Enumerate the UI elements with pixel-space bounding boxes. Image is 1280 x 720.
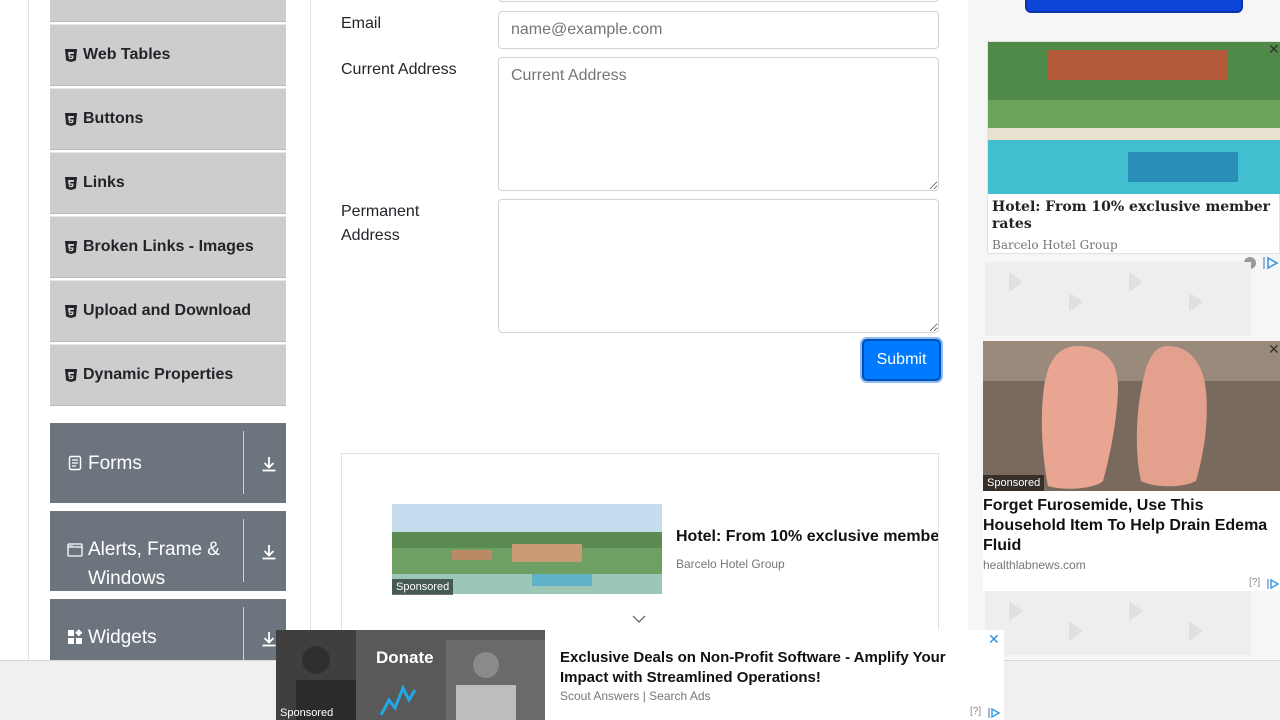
html5-icon — [65, 48, 77, 62]
hotel-beach-image[interactable] — [988, 42, 1280, 194]
sidebar-item-web-tables[interactable]: Web Tables — [50, 24, 286, 86]
ad-placeholder-pattern — [985, 591, 1251, 655]
group-label: Alerts, Frame & Windows — [88, 535, 220, 593]
html5-icon — [65, 240, 77, 254]
right-ad-health-title[interactable]: Forget Furosemide, Use This Household It… — [983, 496, 1278, 556]
group-header-forms[interactable]: Forms — [50, 423, 286, 503]
ad-help-link[interactable]: [?] — [1249, 577, 1260, 588]
html5-icon — [65, 112, 77, 126]
permanent-address-label-line1: Permanent — [341, 203, 420, 220]
right-ad-health[interactable]: Sponsored Forget Furosemide, Use This Ho… — [983, 341, 1280, 591]
sponsored-label: Sponsored — [983, 475, 1045, 491]
sidebar-item-label: Dynamic Properties — [83, 366, 234, 383]
adchoices-icon[interactable] — [1266, 578, 1280, 590]
window-icon — [67, 543, 83, 557]
name-field-partial[interactable] — [498, 0, 939, 2]
page: Web Tables Buttons Links Broken Links - … — [0, 0, 1280, 720]
close-icon[interactable]: ✕ — [1268, 41, 1280, 58]
download-icon[interactable] — [260, 455, 278, 473]
sidebar-item-partial[interactable] — [50, 0, 286, 22]
sidebar-item-links[interactable]: Links — [50, 152, 286, 214]
right-ad-hotel-title[interactable]: Hotel: From 10% exclusive member rates — [992, 199, 1277, 233]
sidebar-item-label: Upload and Download — [83, 302, 251, 319]
inline-ad-title[interactable]: Hotel: From 10% exclusive member rat — [676, 528, 938, 546]
submit-button[interactable]: Submit — [862, 339, 941, 381]
group-label: Widgets — [88, 627, 157, 648]
sidebar-item-buttons[interactable]: Buttons — [50, 88, 286, 150]
content-divider — [310, 0, 311, 660]
sidebar-item-upload-download[interactable]: Upload and Download — [50, 280, 286, 342]
sidebar-item-label: Buttons — [83, 110, 144, 127]
inline-ad-source: Barcelo Hotel Group — [676, 557, 785, 571]
email-field[interactable] — [498, 11, 939, 49]
sidebar-item-broken-links[interactable]: Broken Links - Images — [50, 216, 286, 278]
right-ad-hotel[interactable]: Hotel: From 10% exclusive member rates B… — [987, 41, 1280, 254]
permanent-address-field[interactable] — [498, 199, 939, 333]
close-icon[interactable]: ✕ — [1268, 341, 1280, 358]
sidebar-item-label: Web Tables — [83, 46, 171, 63]
bottom-ad[interactable]: Donate Sponsored Exclusive Deals on Non-… — [276, 630, 1004, 720]
ad-help-link[interactable]: [?] — [970, 706, 981, 717]
bottom-ad-source: Scout Answers | Search Ads — [560, 689, 711, 703]
group-header-alerts[interactable]: Alerts, Frame & Windows — [50, 511, 286, 591]
html5-icon — [65, 176, 77, 190]
permanent-address-label: Permanent Address — [341, 200, 419, 248]
group-divider — [243, 519, 244, 582]
feet-ad-image[interactable] — [983, 341, 1280, 491]
html5-icon — [65, 368, 77, 382]
ad-cta-button[interactable] — [1025, 0, 1243, 13]
right-ad-hotel-source: Barcelo Hotel Group — [992, 238, 1118, 252]
group-divider — [243, 431, 244, 494]
sponsored-label: Sponsored — [392, 579, 454, 595]
chevron-down-icon[interactable] — [632, 614, 646, 624]
sponsored-label: Sponsored — [280, 707, 334, 719]
group-label-line2: Windows — [88, 568, 166, 589]
bottom-ad-title[interactable]: Exclusive Deals on Non-Profit Software -… — [560, 648, 990, 688]
close-icon[interactable]: ✕ — [988, 631, 1000, 648]
sidebar-item-dynamic-properties[interactable]: Dynamic Properties — [50, 344, 286, 406]
html5-icon — [65, 304, 77, 318]
adchoices-icon[interactable] — [987, 707, 1001, 719]
document-icon — [68, 455, 82, 471]
right-ad-health-source: healthlabnews.com — [983, 558, 1086, 572]
download-icon[interactable] — [260, 543, 278, 561]
ad-placeholder-pattern — [985, 262, 1251, 336]
donate-image-text: Donate — [376, 648, 434, 667]
group-label: Forms — [88, 452, 142, 474]
email-label: Email — [341, 15, 382, 32]
current-address-label: Current Address — [341, 61, 457, 78]
left-divider — [28, 0, 29, 660]
group-label-line1: Alerts, Frame & — [88, 539, 220, 560]
sidebar-item-label: Links — [83, 174, 125, 191]
sidebar-item-label: Broken Links - Images — [83, 238, 254, 255]
current-address-field[interactable] — [498, 57, 939, 191]
widgets-icon — [68, 629, 83, 644]
permanent-address-label-line2: Address — [341, 227, 400, 244]
